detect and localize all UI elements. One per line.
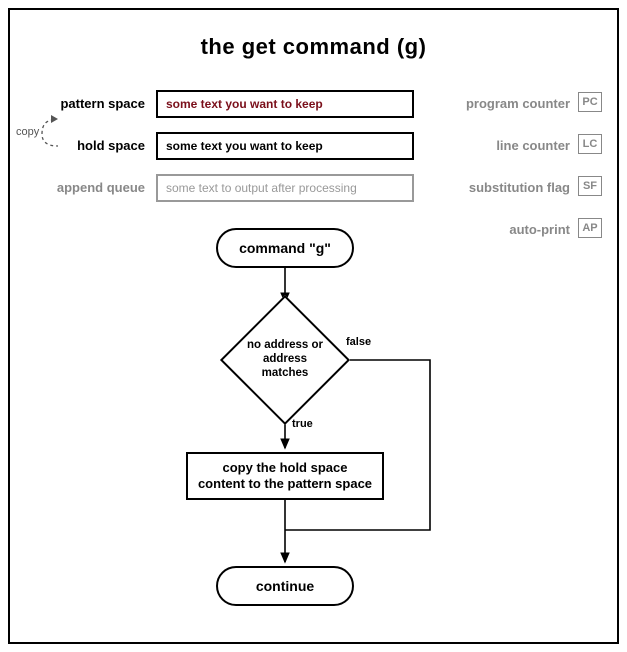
append-queue-label: append queue [10,180,145,195]
hold-space-box: some text you want to keep [156,132,414,160]
flow-decision: no address or address matches [239,314,331,406]
append-queue-box: some text to output after processing [156,174,414,202]
pattern-space-box: some text you want to keep [156,90,414,118]
diagram-frame: the get command (g) pattern space hold s… [8,8,619,644]
diagram-title: the get command (g) [10,34,617,60]
flow-true-label: true [292,418,313,430]
program-counter-code: PC [578,92,602,112]
substitution-flag-code: SF [578,176,602,196]
flow-false-label: false [346,336,371,348]
program-counter-label: program counter [420,96,570,111]
line-counter-label: line counter [420,138,570,153]
substitution-flag-label: substitution flag [420,180,570,195]
flow-action: copy the hold space content to the patte… [186,452,384,500]
auto-print-code: AP [578,218,602,238]
line-counter-code: LC [578,134,602,154]
flow-decision-text: no address or address matches [239,314,331,406]
hold-space-label: hold space [10,138,145,153]
flow-end: continue [216,566,354,606]
flow-start: command "g" [216,228,354,268]
auto-print-label: auto-print [420,222,570,237]
pattern-space-label: pattern space [10,96,145,111]
copy-label: copy [16,126,39,138]
